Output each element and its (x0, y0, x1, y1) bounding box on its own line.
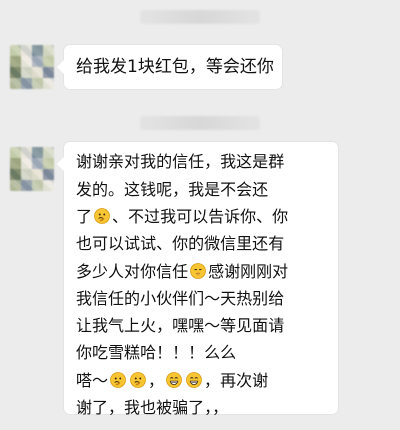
message-line: 谢谢亲对我的信任，我这是群 (76, 152, 285, 171)
timestamp-1 (140, 10, 260, 24)
avatar-tile (43, 158, 54, 169)
timestamp-2 (140, 116, 260, 130)
grinning-emoji-icon (165, 371, 183, 389)
avatar-tile (32, 45, 43, 56)
shushing-emoji-icon (189, 262, 207, 280)
avatar-tile (21, 56, 32, 67)
avatar-tile (32, 56, 43, 67)
thinking-emoji-icon (129, 371, 147, 389)
message-line: 发的。这钱呢，我是不会还 (76, 180, 269, 199)
avatar-tile (21, 158, 32, 169)
grinning-emoji-icon (185, 371, 203, 389)
avatar-tile (32, 67, 43, 78)
avatar-tile (21, 169, 32, 180)
avatar-tile (21, 147, 32, 158)
message-line: 让我气上火，嘿嘿～等见面请 (76, 316, 285, 335)
thinking-emoji-icon (109, 371, 127, 389)
avatar-tile (32, 158, 43, 169)
avatar-tile (21, 78, 32, 89)
avatar-tile (10, 67, 21, 78)
avatar-tile (32, 169, 43, 180)
avatar-tile (43, 147, 54, 158)
avatar-tile (43, 45, 54, 56)
avatar-tile (21, 180, 32, 191)
chat-bubble-2[interactable]: 谢谢亲对我的信任，我这是群 发的。这钱呢，我是不会还了、不过我可以告诉你、你 也可以… (57, 142, 338, 417)
sender-avatar-1[interactable] (10, 45, 54, 89)
avatar-tile (32, 180, 43, 191)
avatar-tile (32, 78, 43, 89)
avatar-tile (10, 45, 21, 56)
avatar-tile (10, 180, 21, 191)
avatar-tile (43, 180, 54, 191)
message-line: 谢了，我也被骗了，， (76, 398, 229, 417)
avatar-tile (43, 67, 54, 78)
message-line: 也可以试试、你的微信里还有 (76, 234, 285, 253)
avatar-tile (10, 78, 21, 89)
chat-bubble-1[interactable]: 给我发1块红包，等会还你 (57, 45, 282, 89)
message-text: 给我发1块红包，等会还你 (76, 57, 274, 77)
avatar-tile (43, 169, 54, 180)
avatar-tile (10, 158, 21, 169)
message-line: 我信任的小伙伴们～天热别给 (76, 289, 285, 308)
message-line: 你吃雪糕哈！！！么么 (76, 343, 237, 362)
avatar-tile (10, 56, 21, 67)
avatar-tile (43, 56, 54, 67)
message-line: 了、不过我可以告诉你、你 (76, 207, 289, 226)
sender-avatar-2[interactable] (10, 147, 54, 191)
thinking-emoji-icon (93, 207, 111, 225)
avatar-tile (43, 78, 54, 89)
avatar-tile (10, 147, 21, 158)
message-line: 嗒～，，再次谢 (76, 371, 269, 390)
avatar-tile (21, 67, 32, 78)
avatar-tile (10, 169, 21, 180)
avatar-tile (32, 147, 43, 158)
avatar-tile (21, 45, 32, 56)
message-line: 多少人对你信任 感谢刚刚对 (76, 262, 289, 281)
